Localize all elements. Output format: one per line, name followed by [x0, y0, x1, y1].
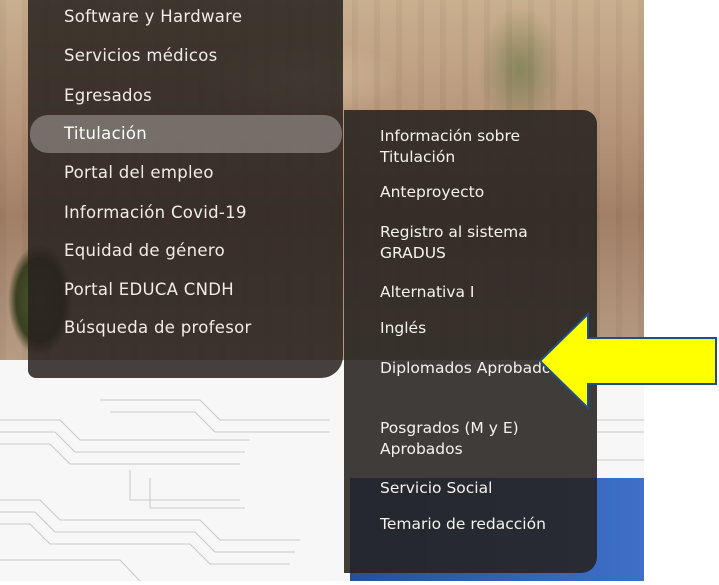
submenu-item-anteproyecto[interactable]: Anteproyecto [380, 182, 580, 203]
submenu-item-temario-redaccion[interactable]: Temario de redacción [380, 514, 580, 535]
arrow-shape [538, 312, 717, 410]
menu-item-busqueda-profesor[interactable]: Búsqueda de profesor [64, 313, 252, 343]
menu-item-titulacion[interactable]: Titulación [30, 115, 342, 153]
menu-item-portal-educa-cndh[interactable]: Portal EDUCA CNDH [64, 275, 234, 305]
menu-item-informacion-covid[interactable]: Información Covid-19 [64, 198, 247, 228]
menu-item-servicios-medicos[interactable]: Servicios médicos [64, 41, 218, 71]
submenu-item-registro-gradus[interactable]: Registro al sistema GRADUS [380, 222, 580, 264]
menu-item-software-hardware[interactable]: Software y Hardware [64, 2, 242, 32]
submenu-item-informacion-titulacion[interactable]: Información sobre Titulación [380, 126, 580, 168]
submenu-item-alternativa-i[interactable]: Alternativa I [380, 282, 580, 303]
menu-item-portal-empleo[interactable]: Portal del empleo [64, 158, 214, 188]
yellow-arrow-icon [538, 312, 717, 410]
menu-item-egresados[interactable]: Egresados [64, 81, 152, 111]
menu-item-equidad-genero[interactable]: Equidad de género [64, 236, 225, 266]
main-menu: Software y Hardware Servicios médicos Eg… [28, 0, 343, 378]
submenu-item-servicio-social[interactable]: Servicio Social [380, 478, 580, 499]
submenu-item-posgrados-aprobados[interactable]: Posgrados (M y E) Aprobados [380, 418, 580, 460]
